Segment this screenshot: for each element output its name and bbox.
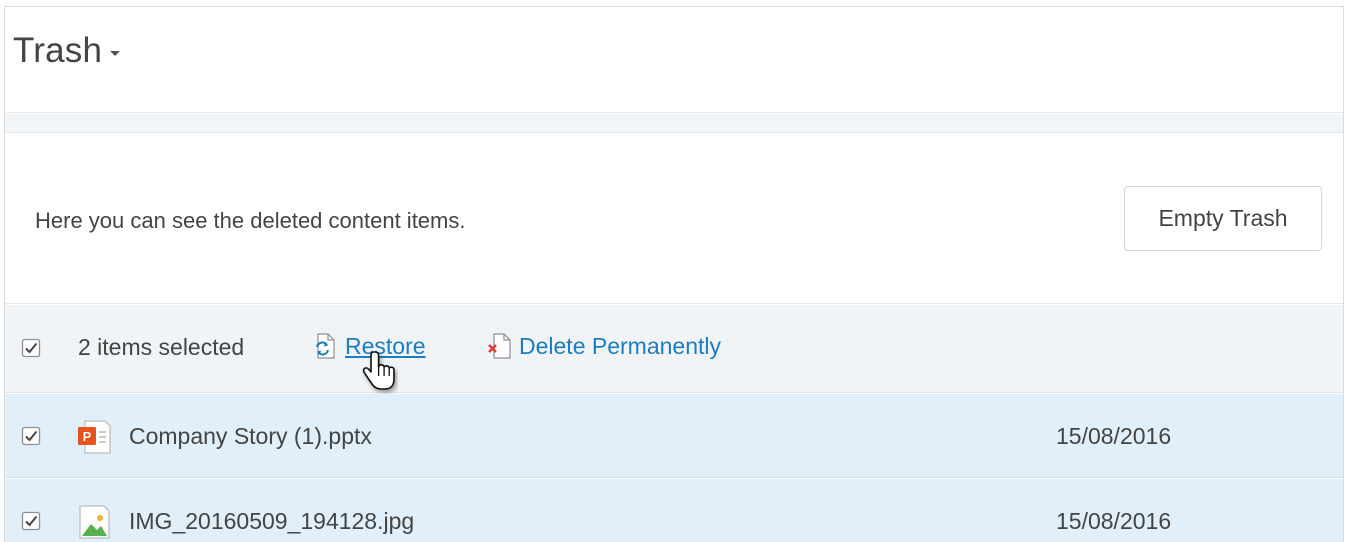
select-all-checkbox[interactable] bbox=[21, 338, 41, 358]
restore-link[interactable]: Restore bbox=[313, 332, 426, 360]
page-title: Trash bbox=[13, 31, 103, 70]
file-row[interactable]: IMG_20160509_194128.jpg 15/08/2016 bbox=[5, 479, 1343, 542]
row-checkbox[interactable] bbox=[21, 511, 41, 531]
trash-panel: Trash Here you can see the deleted conte… bbox=[4, 6, 1344, 542]
caret-down-icon bbox=[110, 50, 121, 56]
selected-count: 2 items selected bbox=[78, 334, 245, 360]
powerpoint-file-icon: P bbox=[78, 420, 111, 454]
separator-band bbox=[5, 114, 1343, 133]
file-name: IMG_20160509_194128.jpg bbox=[129, 508, 415, 534]
file-name: Company Story (1).pptx bbox=[129, 423, 372, 449]
image-file-icon bbox=[79, 505, 110, 539]
page-header: Trash bbox=[5, 7, 1343, 113]
file-row[interactable]: P Company Story (1).pptx 15/08/2016 bbox=[5, 394, 1343, 478]
restore-label: Restore bbox=[345, 332, 426, 359]
delete-permanently-link[interactable]: Delete Permanently bbox=[487, 332, 721, 360]
selection-toolbar: 2 items selected Restore Delete Permanen… bbox=[5, 305, 1343, 393]
file-date: 15/08/2016 bbox=[1056, 423, 1172, 449]
checkbox-checked-icon bbox=[21, 338, 41, 358]
empty-trash-button[interactable]: Empty Trash bbox=[1124, 186, 1322, 251]
trash-view-dropdown[interactable]: Trash bbox=[13, 31, 121, 71]
checkbox-checked-icon bbox=[21, 426, 41, 446]
delete-permanently-label: Delete Permanently bbox=[519, 332, 721, 359]
file-date: 15/08/2016 bbox=[1056, 508, 1172, 534]
svg-text:P: P bbox=[83, 429, 92, 444]
delete-file-icon bbox=[488, 333, 511, 359]
checkbox-checked-icon bbox=[21, 511, 41, 531]
info-section: Here you can see the deleted content ite… bbox=[5, 134, 1343, 304]
restore-icon bbox=[316, 333, 335, 359]
row-checkbox[interactable] bbox=[21, 426, 41, 446]
info-message: Here you can see the deleted content ite… bbox=[35, 208, 466, 233]
